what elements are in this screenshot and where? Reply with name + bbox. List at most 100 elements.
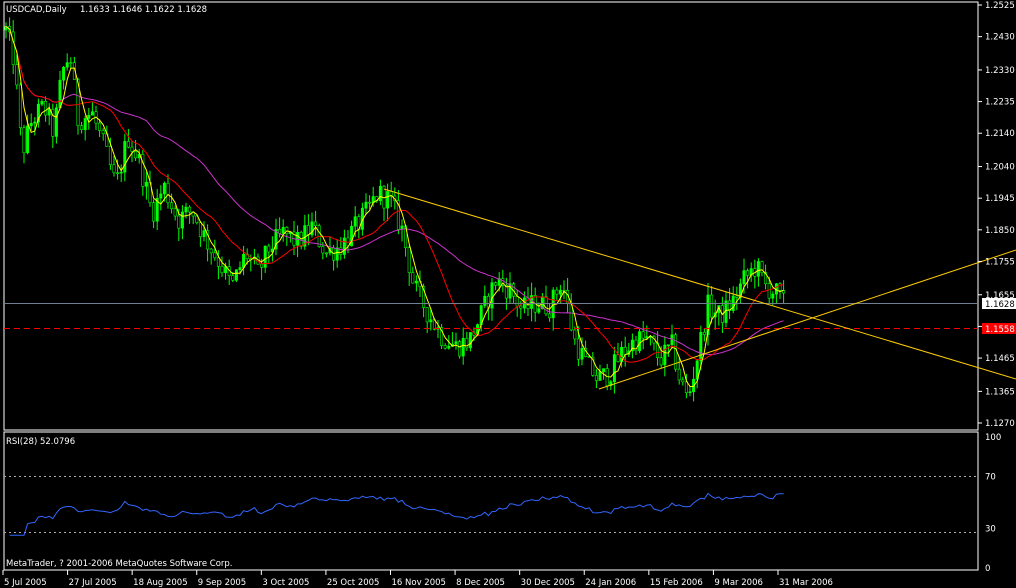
candle-body bbox=[180, 211, 184, 229]
candle-body bbox=[677, 368, 681, 381]
candle-body bbox=[598, 371, 602, 381]
candle-body bbox=[623, 346, 627, 355]
candle-body bbox=[573, 329, 577, 340]
rsi-panel-frame bbox=[3, 431, 979, 571]
candle-body bbox=[119, 171, 123, 174]
candle-body bbox=[458, 341, 462, 357]
price-tick-label: 1.1270 bbox=[985, 419, 1015, 429]
price-panel-frame bbox=[3, 1, 979, 431]
candle-body bbox=[170, 202, 174, 210]
candle-body bbox=[242, 253, 246, 268]
candle-body bbox=[663, 344, 667, 366]
price-axis: 1.2525 1.2430 1.2330 1.2235 1.2140 1.2040 1.19… bbox=[978, 1, 1015, 429]
candle-body bbox=[62, 66, 66, 81]
price-tick-label: 1.2525 bbox=[985, 1, 1015, 11]
candle-body bbox=[314, 221, 318, 226]
candle-body bbox=[26, 125, 30, 154]
date-tick-label: 24 Jan 2006 bbox=[585, 578, 636, 588]
candle-body bbox=[659, 357, 663, 366]
candle-body bbox=[33, 121, 37, 124]
candle-body bbox=[339, 247, 343, 255]
candle-body bbox=[198, 222, 202, 237]
candle-body bbox=[519, 305, 523, 309]
candle-body bbox=[684, 381, 688, 393]
candle-body bbox=[429, 319, 433, 323]
candle-body bbox=[202, 230, 206, 237]
candle-body bbox=[108, 146, 112, 165]
chart-window[interactable]: 1.2525 1.2430 1.2330 1.2235 1.2140 1.2040 1.19… bbox=[0, 0, 1016, 588]
date-tick-label: 15 Feb 2006 bbox=[650, 578, 703, 588]
candle-body bbox=[22, 127, 26, 154]
rsi-tick-label: 70 bbox=[985, 472, 996, 482]
candle-body bbox=[15, 64, 19, 86]
candle-body bbox=[321, 246, 325, 254]
candle-body bbox=[216, 257, 220, 267]
candle-body bbox=[65, 62, 69, 68]
candle-body bbox=[332, 248, 336, 261]
candle-body bbox=[281, 227, 285, 234]
date-tick-label: 31 Mar 2006 bbox=[779, 578, 833, 588]
candle-body bbox=[558, 289, 562, 295]
candle-body bbox=[443, 345, 447, 349]
candle-body bbox=[159, 193, 163, 199]
candle-body bbox=[231, 275, 235, 281]
candle-body bbox=[490, 282, 494, 309]
symbol-label: USDCAD,Daily bbox=[6, 5, 67, 15]
price-tick-label: 1.2330 bbox=[985, 66, 1015, 76]
candle-body bbox=[641, 331, 645, 339]
candle-body bbox=[83, 118, 87, 131]
date-tick-label: 5 Jul 2005 bbox=[4, 578, 47, 588]
candle-body bbox=[735, 295, 739, 298]
candle-body bbox=[368, 201, 372, 204]
date-tick-label: 9 Sep 2005 bbox=[198, 578, 246, 588]
candle-body bbox=[213, 252, 217, 259]
candle-body bbox=[742, 270, 746, 285]
candle-body bbox=[681, 379, 685, 383]
candle-body bbox=[699, 332, 703, 362]
candle-body bbox=[702, 332, 706, 335]
candle-body bbox=[411, 272, 415, 284]
candle-body bbox=[98, 122, 102, 131]
candle-body bbox=[324, 252, 328, 255]
candle-body bbox=[162, 182, 166, 195]
rsi-label: RSI(28) 52.0796 bbox=[6, 437, 75, 447]
candle-body bbox=[234, 269, 238, 281]
rsi-axis: 100 70 30 0 bbox=[985, 433, 1001, 574]
candle-body bbox=[44, 101, 48, 116]
candle-body bbox=[771, 293, 775, 299]
date-tick-label: 18 Aug 2005 bbox=[133, 578, 187, 588]
candle-body bbox=[58, 79, 62, 109]
candle-body bbox=[260, 263, 264, 268]
candle-body bbox=[555, 289, 559, 295]
candle-body bbox=[454, 341, 458, 345]
candle-body bbox=[40, 101, 44, 105]
candle-body bbox=[616, 354, 620, 362]
price-tick-label: 1.2430 bbox=[985, 33, 1015, 43]
candle-body bbox=[468, 332, 472, 349]
date-tick-label: 27 Jul 2005 bbox=[69, 578, 117, 588]
candle-body bbox=[134, 151, 138, 159]
candle-body bbox=[767, 283, 771, 299]
rsi-line bbox=[9, 492, 784, 536]
candle-body bbox=[69, 62, 73, 64]
candle-body bbox=[461, 338, 465, 357]
candle-body bbox=[414, 280, 418, 284]
candle-body bbox=[447, 346, 451, 349]
candle-body bbox=[177, 215, 181, 229]
candles-layer bbox=[4, 17, 786, 402]
date-tick-label: 9 Mar 2006 bbox=[714, 578, 762, 588]
candle-body bbox=[90, 111, 94, 116]
candle-body bbox=[173, 208, 177, 217]
candle-body bbox=[18, 84, 22, 129]
date-tick-label: 25 Oct 2005 bbox=[327, 578, 380, 588]
candle-body bbox=[580, 347, 584, 360]
price-tick-label: 1.1850 bbox=[985, 226, 1015, 236]
candle-body bbox=[342, 237, 346, 255]
candle-body bbox=[188, 206, 192, 213]
candle-body bbox=[238, 267, 242, 270]
candle-body bbox=[688, 391, 692, 394]
candle-body bbox=[144, 181, 148, 187]
rsi-tick-label: 30 bbox=[985, 525, 996, 535]
candle-body bbox=[166, 182, 170, 204]
support-trendline[interactable] bbox=[598, 249, 1016, 390]
